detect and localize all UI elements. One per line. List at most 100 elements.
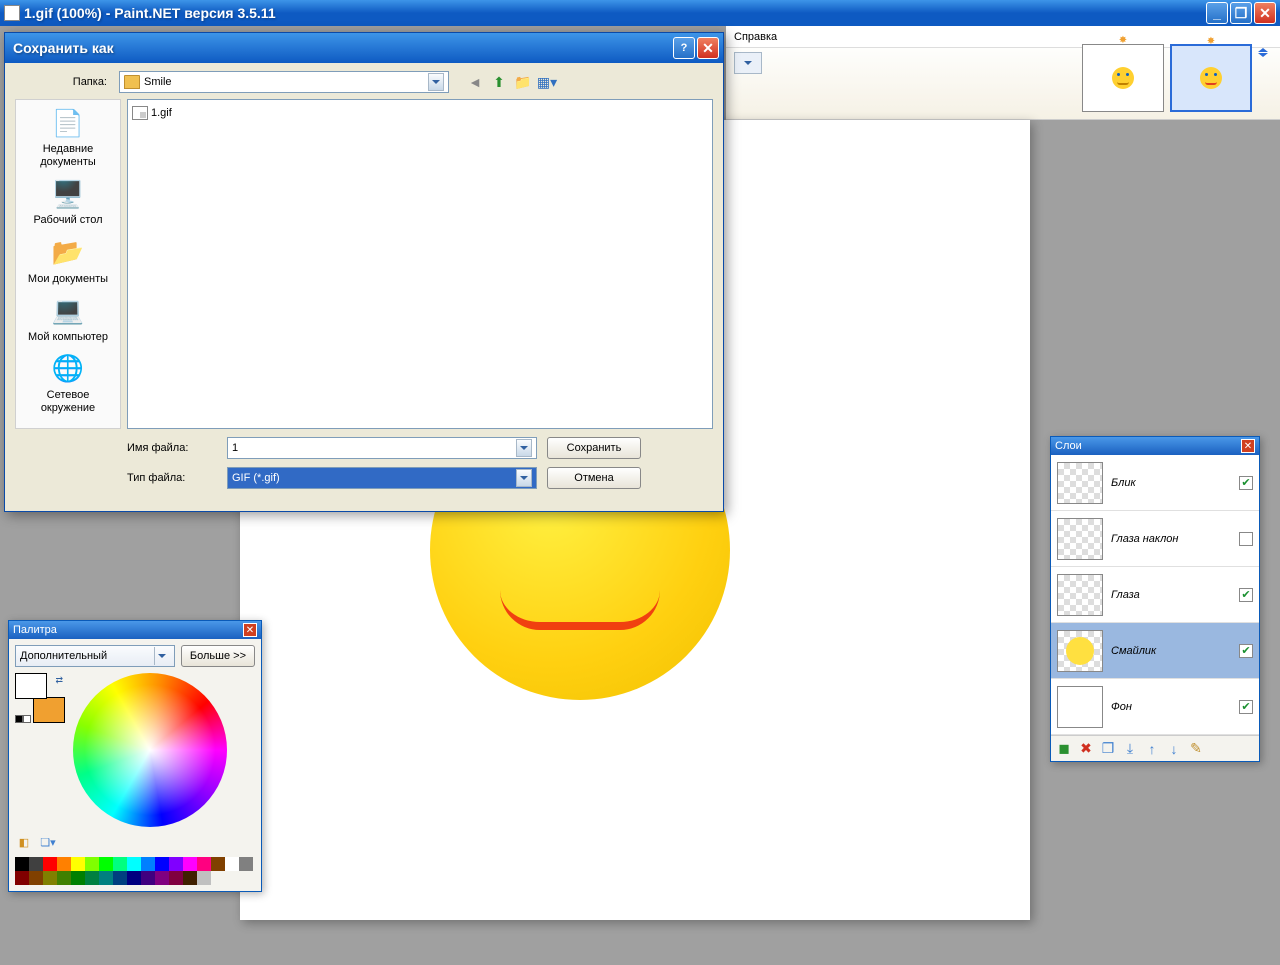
layer-row[interactable]: Глаза [1051, 567, 1259, 623]
palette-title: Палитра [13, 624, 243, 636]
palette-color[interactable] [113, 857, 127, 871]
place-network[interactable]: 🌐 Сетевое окружение [18, 352, 118, 415]
layer-row[interactable]: Фон [1051, 679, 1259, 735]
layer-row[interactable]: Блик [1051, 455, 1259, 511]
palette-add-icon[interactable]: ◧ [15, 833, 33, 851]
layer-thumb [1057, 686, 1103, 728]
palette-color[interactable] [15, 857, 29, 871]
palette-color[interactable] [29, 857, 43, 871]
palette-close-icon[interactable]: ✕ [243, 623, 257, 637]
layer-visible-checkbox[interactable] [1239, 476, 1253, 490]
maximize-button[interactable]: ❐ [1230, 2, 1252, 24]
nav-up-icon[interactable]: ⬆ [489, 72, 509, 92]
palette-titlebar[interactable]: Палитра ✕ [9, 621, 261, 639]
layer-row[interactable]: Глаза наклон [1051, 511, 1259, 567]
palette-mode-combo[interactable]: Дополнительный [15, 645, 175, 667]
layer-visible-checkbox[interactable] [1239, 700, 1253, 714]
filetype-combo[interactable]: GIF (*.gif) [227, 467, 537, 489]
tool-dropdown[interactable] [734, 52, 762, 74]
nav-view-icon[interactable]: ▦▾ [537, 72, 557, 92]
palette-color[interactable] [15, 871, 29, 885]
dialog-help-button[interactable]: ? [673, 37, 695, 59]
secondary-color-swatch[interactable] [33, 697, 65, 723]
filename-input[interactable]: 1 [227, 437, 537, 459]
folder-combo[interactable]: Smile [119, 71, 449, 93]
file-name: 1.gif [151, 107, 172, 119]
layer-down-icon[interactable]: ↓ [1165, 740, 1183, 758]
palette-color[interactable] [183, 857, 197, 871]
palette-color[interactable] [239, 857, 253, 871]
close-button[interactable]: ✕ [1254, 2, 1276, 24]
palette-strip[interactable] [15, 857, 255, 885]
layer-visible-checkbox[interactable] [1239, 588, 1253, 602]
place-mydocs[interactable]: 📂 Мои документы [18, 236, 118, 286]
color-wheel[interactable] [73, 673, 227, 827]
thumb-1[interactable]: ✸ [1082, 44, 1164, 112]
palette-color[interactable] [211, 857, 225, 871]
layer-visible-checkbox[interactable] [1239, 532, 1253, 546]
cancel-button[interactable]: Отмена [547, 467, 641, 489]
file-item[interactable]: 1.gif [132, 104, 708, 122]
palette-color[interactable] [43, 871, 57, 885]
default-colors-icon[interactable] [15, 715, 31, 723]
layer-duplicate-icon[interactable]: ❐ [1099, 740, 1117, 758]
layer-row[interactable]: Смайлик [1051, 623, 1259, 679]
palette-color[interactable] [183, 871, 197, 885]
palette-color[interactable] [169, 871, 183, 885]
palette-color[interactable] [85, 871, 99, 885]
palette-color[interactable] [85, 857, 99, 871]
primary-color-swatch[interactable] [15, 673, 47, 699]
palette-manage-icon[interactable]: ❏▾ [39, 833, 57, 851]
layers-close-icon[interactable]: ✕ [1241, 439, 1255, 453]
nav-back-icon[interactable]: ◄ [465, 72, 485, 92]
dialog-titlebar[interactable]: Сохранить как ? ✕ [5, 33, 723, 63]
palette-color[interactable] [57, 871, 71, 885]
palette-color[interactable] [99, 857, 113, 871]
palette-color[interactable] [155, 857, 169, 871]
palette-color[interactable] [197, 857, 211, 871]
palette-color[interactable] [127, 871, 141, 885]
layer-thumb [1057, 462, 1103, 504]
layer-delete-icon[interactable]: ✖ [1077, 740, 1095, 758]
main-titlebar: 1.gif (100%) - Paint.NET версия 3.5.11 _… [0, 0, 1280, 26]
save-button[interactable]: Сохранить [547, 437, 641, 459]
palette-color[interactable] [127, 857, 141, 871]
folder-icon [124, 75, 140, 89]
palette-color[interactable] [155, 871, 169, 885]
thumb-2[interactable]: ✸ [1170, 44, 1252, 112]
palette-color[interactable] [43, 857, 57, 871]
place-mycomputer[interactable]: 💻 Мой компьютер [18, 294, 118, 344]
palette-color[interactable] [57, 857, 71, 871]
place-desktop[interactable]: 🖥️ Рабочий стол [18, 177, 118, 227]
palette-panel: Палитра ✕ Дополнительный Больше >> ⇄ ◧ [8, 620, 262, 892]
palette-color[interactable] [141, 871, 155, 885]
menu-help[interactable]: Справка [734, 31, 777, 43]
palette-color[interactable] [29, 871, 43, 885]
file-list[interactable]: 1.gif [127, 99, 713, 429]
layer-visible-checkbox[interactable] [1239, 644, 1253, 658]
palette-color[interactable] [169, 857, 183, 871]
minimize-button[interactable]: _ [1206, 2, 1228, 24]
swap-colors-icon[interactable]: ⇄ [55, 675, 63, 686]
palette-more-button[interactable]: Больше >> [181, 645, 255, 667]
layers-panel: Слои ✕ Блик Глаза наклон Глаза Смайлик Ф… [1050, 436, 1260, 762]
layer-up-icon[interactable]: ↑ [1143, 740, 1161, 758]
palette-color[interactable] [225, 857, 239, 871]
palette-color[interactable] [71, 871, 85, 885]
palette-color[interactable] [113, 871, 127, 885]
palette-color[interactable] [71, 857, 85, 871]
layer-props-icon[interactable]: ✎ [1187, 740, 1205, 758]
layers-title: Слои [1055, 440, 1241, 452]
place-recent[interactable]: 📄 Недавние документы [18, 106, 118, 169]
nav-newfolder-icon[interactable]: 📁 [513, 72, 533, 92]
thumb-scroll-icon[interactable] [1258, 48, 1268, 57]
layer-merge-icon[interactable]: ⤓ [1121, 740, 1139, 758]
layer-add-icon[interactable]: ◼ [1055, 740, 1073, 758]
palette-color[interactable] [197, 871, 211, 885]
palette-color[interactable] [99, 871, 113, 885]
layers-titlebar[interactable]: Слои ✕ [1051, 437, 1259, 455]
color-swatches[interactable]: ⇄ [15, 673, 65, 723]
dialog-close-button[interactable]: ✕ [697, 37, 719, 59]
layer-thumb [1057, 574, 1103, 616]
palette-color[interactable] [141, 857, 155, 871]
